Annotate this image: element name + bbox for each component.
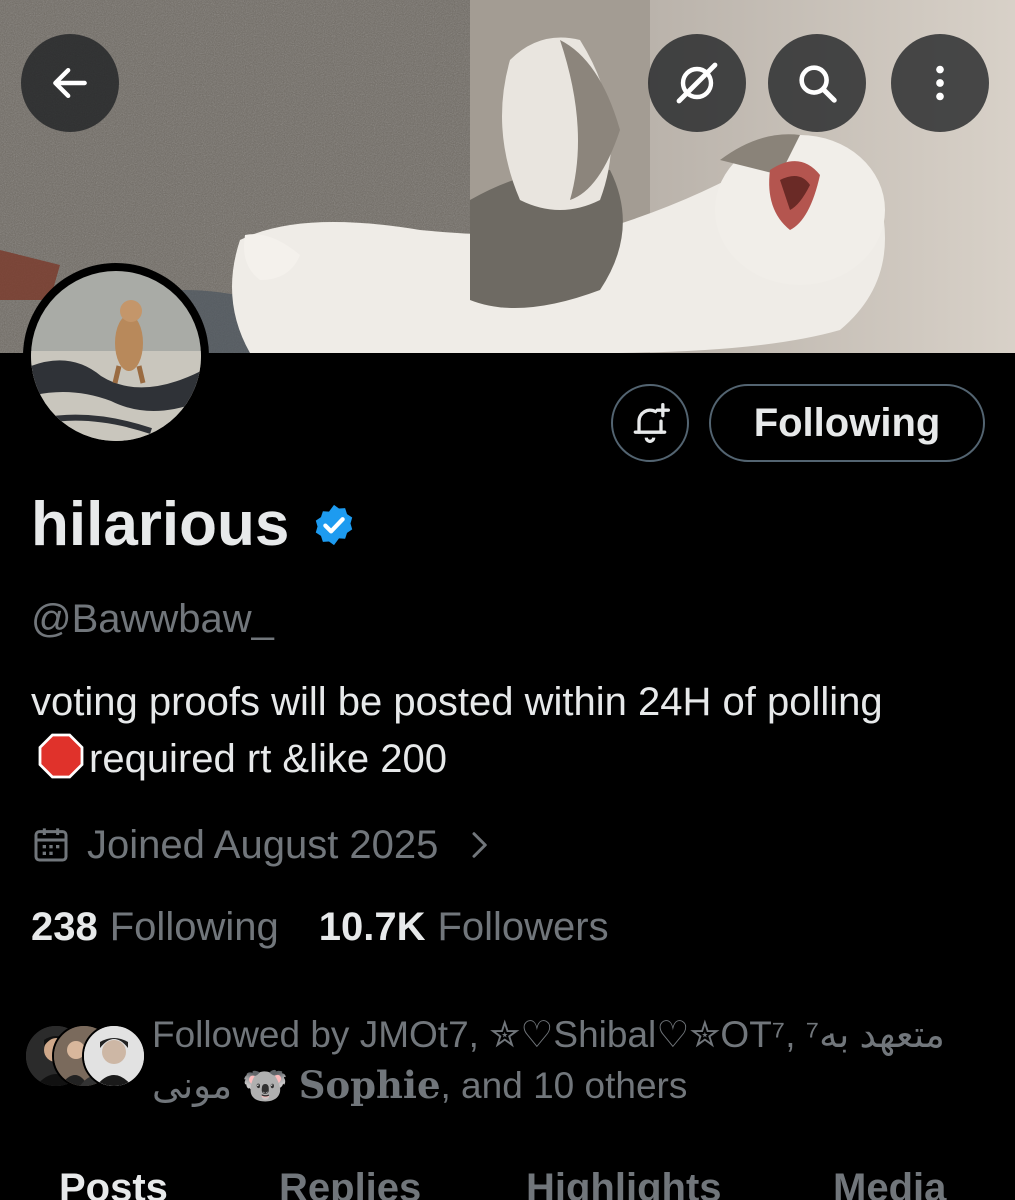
following-label: Following [109,905,279,949]
tab-highlights[interactable]: Highlights [526,1166,722,1200]
calendar-icon [34,828,68,862]
grok-button[interactable] [648,34,746,132]
display-name: hilarious [31,494,357,556]
avatar[interactable] [23,263,209,449]
following-button[interactable]: Following [709,384,985,462]
tab-posts[interactable]: Posts [59,1166,168,1200]
stop-sign-emoji [38,733,84,779]
followers-stat[interactable]: 10.7K Followers [319,905,609,950]
follower-avatar [82,1024,146,1088]
followers-label: Followers [437,905,609,949]
following-button-label: Following [753,400,941,445]
bio: voting proofs will be posted within 24H … [31,674,931,788]
bio-text-1: voting proofs will be posted within 24H … [31,680,883,724]
profile-tabs: Posts Replies Highlights Media [0,1160,1015,1200]
tab-media[interactable]: Media [833,1166,946,1200]
more-button[interactable] [891,34,989,132]
grok-icon [676,62,718,104]
avatar-image [31,271,201,441]
display-name-text: hilarious [31,490,290,559]
arrow-left-icon [53,67,87,99]
chevron-right-icon [472,832,488,858]
followed-by-sophie: Sophie [298,1063,441,1107]
koala-emoji: 🐨 [242,1065,289,1106]
followed-by-avatars [24,1024,146,1088]
followed-by-suffix: , and 10 others [440,1065,688,1106]
search-icon [799,65,837,103]
profile-stats: 238 Following 10.7K Followers [31,905,609,950]
bell-plus-icon [633,403,670,443]
more-vertical-icon [936,65,944,101]
followers-count: 10.7K [318,905,426,949]
following-count: 238 [31,905,98,949]
handle: @Bawwbaw_ [31,597,274,641]
tab-replies[interactable]: Replies [279,1166,421,1200]
notify-button[interactable] [611,384,689,462]
following-stat[interactable]: 238 Following [31,905,279,950]
joined-date[interactable]: Joined August 2025 [31,820,494,870]
followed-by-text: Followed by JMOt7, ✮♡Shibal♡✮OT⁷, ⁷متعهد… [152,1010,982,1111]
back-button[interactable] [21,34,119,132]
joined-text: Joined August 2025 [87,822,439,867]
verified-badge-icon[interactable] [311,502,357,548]
search-button[interactable] [768,34,866,132]
bio-text-2: required rt &like 200 [89,737,447,781]
